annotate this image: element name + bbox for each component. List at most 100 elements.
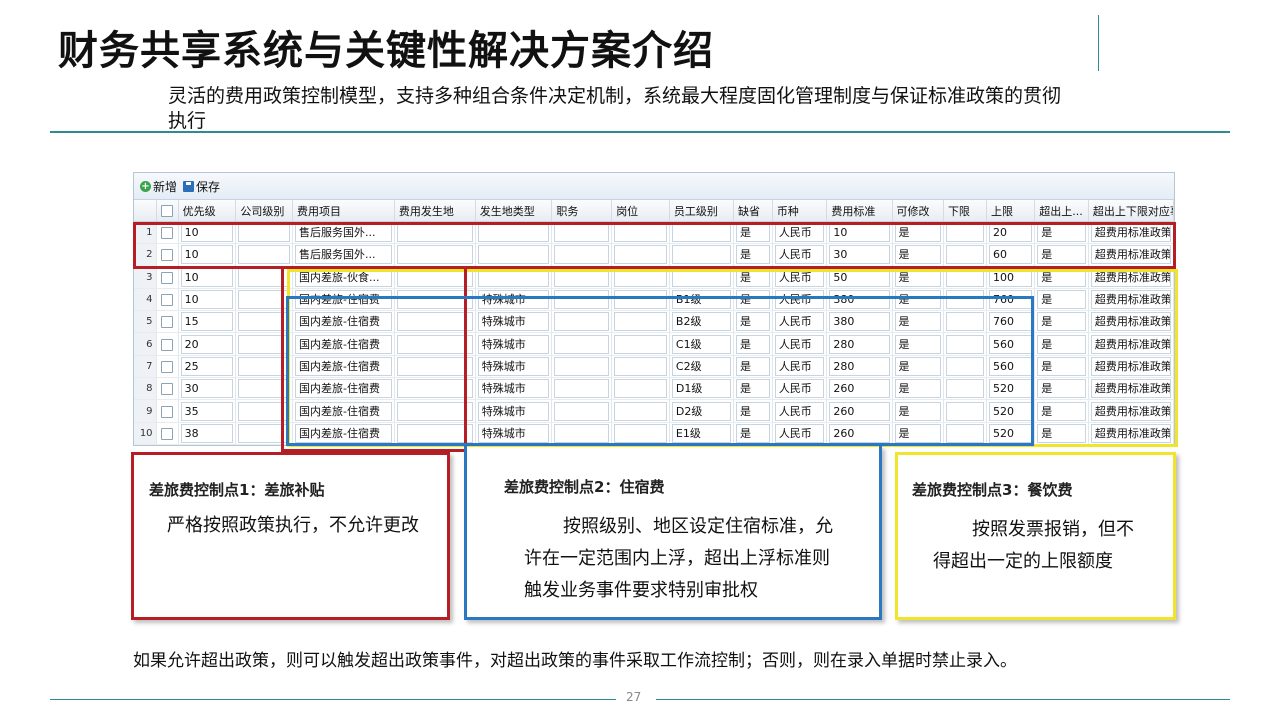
cell-editor-lower[interactable] [945,401,984,421]
cell-editor-priority[interactable]: 38 [180,423,234,443]
cell-editor-default[interactable]: 是 [735,334,770,354]
cell-editor-place[interactable] [396,312,473,332]
cell-editor-level[interactable] [671,245,731,265]
cell-editor-level[interactable]: E1级 [671,423,731,443]
cell-editor-lower[interactable] [945,223,984,243]
cell-editor-upper[interactable]: 760 [988,312,1033,332]
column-header[interactable]: 费用项目 [292,200,395,222]
cell-editor-duty[interactable] [554,245,610,265]
cell-editor-level[interactable]: C2级 [671,356,731,376]
cell-editor-place[interactable] [396,401,473,421]
cell-editor-editable[interactable]: 是 [894,245,941,265]
cell-editor-priority[interactable]: 20 [180,334,234,354]
row-checkbox[interactable] [161,294,174,307]
cell-editor-standard[interactable]: 280 [829,334,890,354]
cell-editor-default[interactable]: 是 [735,423,770,443]
cell-editor-post[interactable] [614,334,667,354]
cell-editor-place-type[interactable]: 特殊城市 [477,401,550,421]
cell-editor-editable[interactable]: 是 [894,223,941,243]
cell-editor-event[interactable]: 超费用标准政策事件 [1090,290,1171,310]
cell-editor-company[interactable] [238,290,291,310]
cell-editor-exceed[interactable]: 是 [1037,401,1086,421]
add-button[interactable]: + 新增 [140,178,177,195]
cell-editor-event[interactable]: 超费用标准政策事件 [1090,334,1171,354]
cell-editor-editable[interactable]: 是 [894,401,941,421]
row-checkbox[interactable] [161,338,174,351]
cell-editor-place[interactable] [396,356,473,376]
cell-editor-currency[interactable]: 人民币 [774,312,825,332]
cell-editor-company[interactable] [238,312,291,332]
cell-editor-currency[interactable]: 人民币 [774,401,825,421]
cell-editor-place-type[interactable] [477,267,550,287]
cell-editor-exceed[interactable]: 是 [1037,267,1086,287]
cell-editor-exceed[interactable]: 是 [1037,379,1086,399]
table-row[interactable]: 725国内差旅-住宿费特殊城市C2级是人民币280是560是超费用标准政策事件 [134,355,1174,379]
cell-editor-lower[interactable] [945,423,984,443]
cell-editor-priority[interactable]: 25 [180,356,234,376]
cell-editor-item[interactable]: 国内差旅-住宿费 [295,423,392,443]
cell-editor-upper[interactable]: 60 [988,245,1033,265]
table-row[interactable]: 620国内差旅-住宿费特殊城市C1级是人民币280是560是超费用标准政策事件 [134,332,1174,356]
cell-editor-item[interactable]: 售后服务国外... [295,245,392,265]
cell-editor-upper[interactable]: 100 [988,267,1033,287]
cell-editor-place-type[interactable]: 特殊城市 [477,290,550,310]
row-checkbox[interactable] [161,271,174,284]
cell-editor-upper[interactable]: 520 [988,379,1033,399]
cell-editor-editable[interactable]: 是 [894,267,941,287]
cell-editor-standard[interactable]: 260 [829,379,890,399]
cell-editor-priority[interactable]: 15 [180,312,234,332]
cell-editor-standard[interactable]: 260 [829,401,890,421]
cell-editor-duty[interactable] [554,223,610,243]
cell-editor-level[interactable]: B2级 [671,312,731,332]
cell-editor-duty[interactable] [554,267,610,287]
cell-editor-company[interactable] [238,379,291,399]
cell-editor-default[interactable]: 是 [735,267,770,287]
cell-editor-item[interactable]: 国内差旅-住宿费 [295,379,392,399]
column-header[interactable]: 费用标准 [826,200,893,222]
table-row[interactable]: 830国内差旅-住宿费特殊城市D1级是人民币260是520是超费用标准政策事件 [134,377,1174,401]
cell-editor-event[interactable]: 超费用标准政策事件 [1090,245,1171,265]
row-checkbox[interactable] [161,227,174,240]
cell-editor-upper[interactable]: 560 [988,356,1033,376]
cell-editor-company[interactable] [238,223,291,243]
cell-editor-level[interactable] [671,223,731,243]
table-row[interactable]: 310国内差旅-伙食...是人民币50是100是超费用标准政策事件 [134,266,1174,289]
column-header[interactable]: 币种 [772,200,828,222]
cell-editor-default[interactable]: 是 [735,223,770,243]
cell-editor-post[interactable] [614,245,667,265]
cell-editor-event[interactable]: 超费用标准政策事件 [1090,379,1171,399]
cell-editor-default[interactable]: 是 [735,401,770,421]
cell-editor-exceed[interactable]: 是 [1037,423,1086,443]
cell-editor-place[interactable] [396,290,473,310]
cell-editor-level[interactable]: D2级 [671,401,731,421]
cell-editor-lower[interactable] [945,245,984,265]
table-row[interactable]: 935国内差旅-住宿费特殊城市D2级是人民币260是520是超费用标准政策事件 [134,399,1174,423]
column-header[interactable]: 员工级别 [669,200,734,222]
cell-editor-exceed[interactable]: 是 [1037,356,1086,376]
cell-editor-place[interactable] [396,245,473,265]
cell-editor-priority[interactable]: 10 [180,245,234,265]
table-row[interactable]: 515国内差旅-住宿费特殊城市B2级是人民币380是760是超费用标准政策事件 [134,310,1174,334]
cell-editor-post[interactable] [614,423,667,443]
table-row[interactable]: 410国内差旅-住宿费特殊城市B1级是人民币380是760是超费用标准政策事件 [134,288,1174,312]
cell-editor-priority[interactable]: 10 [180,267,234,287]
cell-editor-standard[interactable]: 380 [829,312,890,332]
cell-editor-currency[interactable]: 人民币 [774,356,825,376]
cell-editor-event[interactable]: 超费用标准政策事件 [1090,401,1171,421]
cell-editor-item[interactable]: 国内差旅-住宿费 [295,401,392,421]
cell-editor-place-type[interactable]: 特殊城市 [477,356,550,376]
cell-editor-editable[interactable]: 是 [894,423,941,443]
cell-editor-place[interactable] [396,334,473,354]
cell-editor-place-type[interactable]: 特殊城市 [477,379,550,399]
table-row[interactable]: 210售后服务国外...是人民币30是60是超费用标准政策事件 [134,243,1174,267]
cell-editor-duty[interactable] [554,334,610,354]
table-row[interactable]: 110售后服务国外...是人民币10是20是超费用标准政策事件 [134,221,1174,245]
cell-editor-duty[interactable] [554,379,610,399]
cell-editor-currency[interactable]: 人民币 [774,379,825,399]
cell-editor-exceed[interactable]: 是 [1037,290,1086,310]
cell-editor-standard[interactable]: 380 [829,290,890,310]
cell-editor-place-type[interactable]: 特殊城市 [477,312,550,332]
cell-editor-event[interactable]: 超费用标准政策事件 [1090,423,1171,443]
cell-editor-editable[interactable]: 是 [894,312,941,332]
cell-editor-upper[interactable]: 760 [988,290,1033,310]
